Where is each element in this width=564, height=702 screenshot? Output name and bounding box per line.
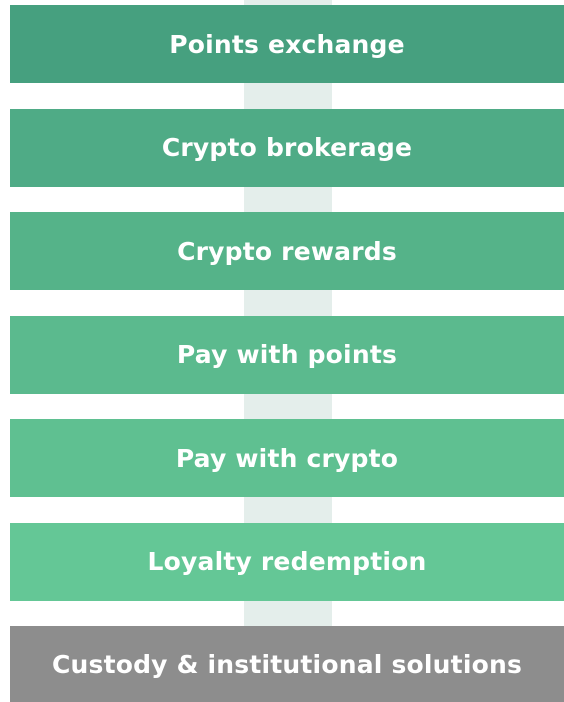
layer-label: Points exchange <box>169 29 405 59</box>
layer-label: Loyalty redemption <box>147 547 427 576</box>
layer-crypto-rewards: Crypto rewards <box>10 212 564 290</box>
layer-label: Custody & institutional solutions <box>51 649 523 679</box>
layer-label: Pay with crypto <box>175 443 399 473</box>
layer-pay-with-points: Pay with points <box>10 315 564 394</box>
layer-pay-with-crypto: Pay with crypto <box>10 419 564 497</box>
layer-label: Crypto rewards <box>177 236 397 266</box>
layer-points-exchange: Points exchange <box>10 5 564 83</box>
layer-loyalty-redemption: Loyalty redemption <box>10 522 564 601</box>
layer-crypto-brokerage: Crypto brokerage <box>10 108 564 187</box>
layer-label: Crypto brokerage <box>161 133 413 162</box>
layer-custody-foundation: Custody & institutional solutions <box>10 626 564 702</box>
layer-label: Pay with points <box>176 340 398 369</box>
service-stack: Points exchange Crypto brokerage Crypto … <box>10 5 564 702</box>
